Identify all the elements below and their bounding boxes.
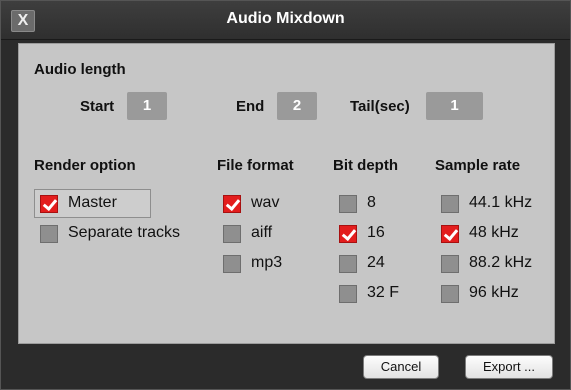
audio-mixdown-dialog: X Audio Mixdown Audio length Start 1 End… [0,0,571,390]
bit-32f-checkbox[interactable] [339,285,357,303]
rate-48-label: 48 kHz [469,224,519,241]
rate-48-checkbox[interactable] [441,225,459,243]
sample-rate-heading: Sample rate [435,157,521,174]
master-label: Master [68,194,117,211]
rate-44-1-checkbox[interactable] [441,195,459,213]
start-label: Start [80,98,115,115]
settings-panel: Audio length Start 1 End 2 Tail(sec) 1 R… [18,43,555,344]
bit-8-label: 8 [367,194,376,211]
dialog-title: Audio Mixdown [226,10,345,27]
rate-88-2-label: 88.2 kHz [469,254,533,271]
rate-44-1-label: 44.1 kHz [469,194,533,211]
tail-label: Tail(sec) [350,98,410,115]
bit-32f-label: 32 F [367,284,400,301]
tail-field[interactable]: 1 [426,92,483,120]
bit-depth-heading: Bit depth [333,157,398,174]
separate-tracks-label: Separate tracks [68,224,181,241]
bit-24-label: 24 [367,254,385,271]
render-option-heading: Render option [34,157,136,174]
start-field[interactable]: 1 [127,92,167,120]
end-label: End [236,98,265,115]
separate-tracks-checkbox[interactable] [40,225,58,243]
bit-8-checkbox[interactable] [339,195,357,213]
bit-16-checkbox[interactable] [339,225,357,243]
end-field[interactable]: 2 [277,92,317,120]
mp3-checkbox[interactable] [223,255,241,273]
rate-96-checkbox[interactable] [441,285,459,303]
wav-label: wav [251,194,280,211]
export-button[interactable]: Export ... [465,355,553,379]
master-checkbox[interactable] [40,195,58,213]
title-bar: X Audio Mixdown [1,1,570,40]
cancel-button[interactable]: Cancel [363,355,439,379]
aiff-label: aiff [251,224,273,241]
mp3-label: mp3 [251,254,283,271]
rate-96-label: 96 kHz [469,284,519,301]
wav-checkbox[interactable] [223,195,241,213]
bit-24-checkbox[interactable] [339,255,357,273]
rate-88-2-checkbox[interactable] [441,255,459,273]
bit-16-label: 16 [367,224,385,241]
file-format-heading: File format [217,157,294,174]
aiff-checkbox[interactable] [223,225,241,243]
audio-length-heading: Audio length [34,61,126,78]
